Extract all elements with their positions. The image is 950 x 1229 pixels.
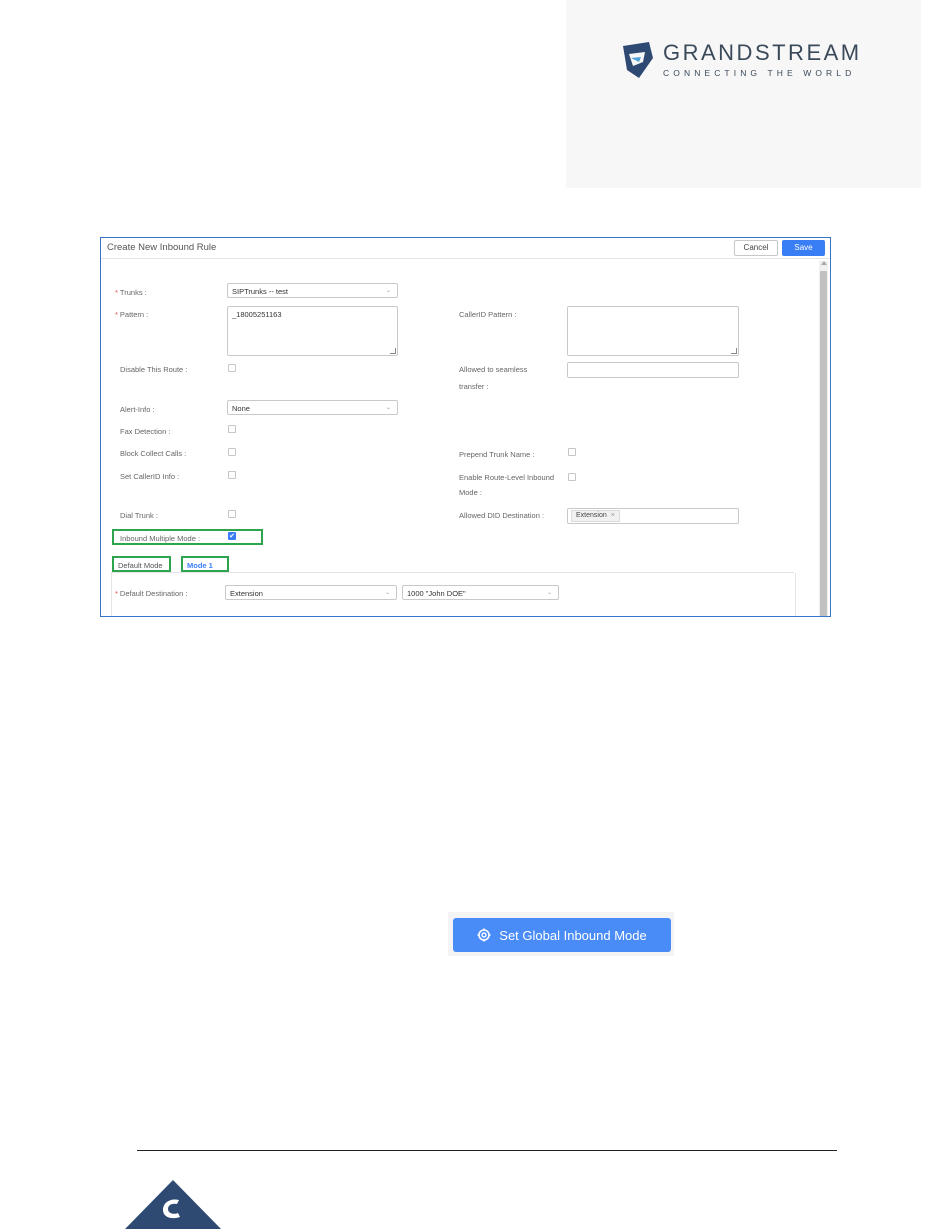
scroll-up-icon[interactable] — [821, 261, 827, 265]
destination-target-value: 1000 "John DOE" — [407, 589, 466, 598]
disable-route-label: Disable This Route : — [120, 365, 188, 374]
set-callerid-checkbox[interactable] — [228, 471, 236, 479]
pattern-textarea[interactable]: _18005251163 — [227, 306, 398, 356]
destination-type-value: Extension — [230, 589, 263, 598]
prepend-trunk-label: Prepend Trunk Name : — [459, 450, 535, 459]
default-destination-label: * Default Destination : — [115, 589, 188, 598]
callerid-pattern-label: CallerID Pattern : — [459, 310, 517, 319]
route-level-inbound-label-line2: Mode : — [459, 488, 482, 497]
set-global-inbound-mode-label: Set Global Inbound Mode — [499, 927, 647, 943]
destination-target-select[interactable]: 1000 "John DOE" ⌄ — [402, 585, 559, 600]
dialog-header: Create New Inbound Rule Cancel Save — [101, 238, 830, 259]
pattern-value: _18005251163 — [232, 310, 282, 319]
create-inbound-rule-dialog: Create New Inbound Rule Cancel Save * Tru… — [100, 237, 831, 617]
brand-name: GRANDSTREAM — [663, 40, 862, 65]
close-icon[interactable]: × — [611, 512, 615, 519]
alert-info-select[interactable]: None ⌄ — [227, 400, 398, 415]
tab-mode-1[interactable]: Mode 1 — [187, 561, 213, 570]
cancel-button[interactable]: Cancel — [734, 240, 778, 256]
trunks-label: * Trunks : — [115, 288, 147, 297]
chevron-down-icon: ⌄ — [384, 590, 390, 596]
seamless-transfer-label-line1: Allowed to seamless — [459, 365, 528, 374]
dialog-title: Create New Inbound Rule — [107, 242, 217, 253]
footer-divider — [137, 1150, 837, 1151]
trunks-value: SIPTrunks -- test — [232, 287, 288, 296]
extension-tag-label: Extension — [576, 512, 607, 519]
prepend-trunk-checkbox[interactable] — [568, 448, 576, 456]
footer-logo-icon — [125, 1180, 221, 1229]
scroll-thumb[interactable] — [820, 271, 827, 616]
grandstream-logo: GRANDSTREAM CONNECTING THE WORLD — [619, 40, 862, 80]
chevron-down-icon: ⌄ — [385, 288, 391, 294]
fax-detection-label: Fax Detection : — [120, 427, 171, 436]
trunks-select[interactable]: SIPTrunks -- test ⌄ — [227, 283, 398, 298]
pattern-label: * Pattern : — [115, 310, 149, 319]
grandstream-logo-icon — [623, 42, 653, 78]
logo-background — [566, 0, 921, 188]
checkmark-icon: ✔ — [229, 533, 235, 540]
dial-trunk-checkbox[interactable] — [228, 510, 236, 518]
set-global-inbound-mode-button[interactable]: Set Global Inbound Mode — [453, 918, 671, 952]
route-level-inbound-checkbox[interactable] — [568, 473, 576, 481]
set-callerid-label: Set CallerID Info : — [120, 472, 180, 481]
resize-grip-icon — [731, 348, 737, 354]
resize-grip-icon — [390, 348, 396, 354]
seamless-transfer-input[interactable] — [567, 362, 739, 378]
inbound-multiple-checkbox[interactable]: ✔ — [228, 532, 236, 540]
save-button[interactable]: Save — [782, 240, 825, 256]
route-level-inbound-label-line1: Enable Route-Level Inbound — [459, 473, 555, 482]
brand-tagline: CONNECTING THE WORLD — [663, 68, 856, 78]
dialog-scrollbar[interactable] — [819, 261, 828, 616]
inbound-multiple-label: Inbound Multiple Mode : — [120, 534, 201, 543]
callerid-pattern-textarea[interactable] — [567, 306, 739, 356]
alert-info-label: Alert-Info : — [120, 405, 155, 414]
dial-trunk-label: Dial Trunk : — [120, 511, 158, 520]
extension-tag: Extension × — [571, 510, 620, 522]
block-collect-checkbox[interactable] — [228, 448, 236, 456]
chevron-down-icon: ⌄ — [385, 405, 391, 411]
tab-default-mode[interactable]: Default Mode — [118, 561, 163, 570]
gear-icon — [477, 928, 491, 942]
allowed-did-label: Allowed DID Destination : — [459, 511, 545, 520]
destination-type-select[interactable]: Extension ⌄ — [225, 585, 397, 600]
seamless-transfer-label-line2: transfer : — [459, 382, 489, 391]
disable-route-checkbox[interactable] — [228, 364, 236, 372]
fax-detection-checkbox[interactable] — [228, 425, 236, 433]
chevron-down-icon: ⌄ — [546, 590, 552, 596]
alert-info-value: None — [232, 404, 250, 413]
block-collect-label: Block Collect Calls : — [120, 449, 187, 458]
